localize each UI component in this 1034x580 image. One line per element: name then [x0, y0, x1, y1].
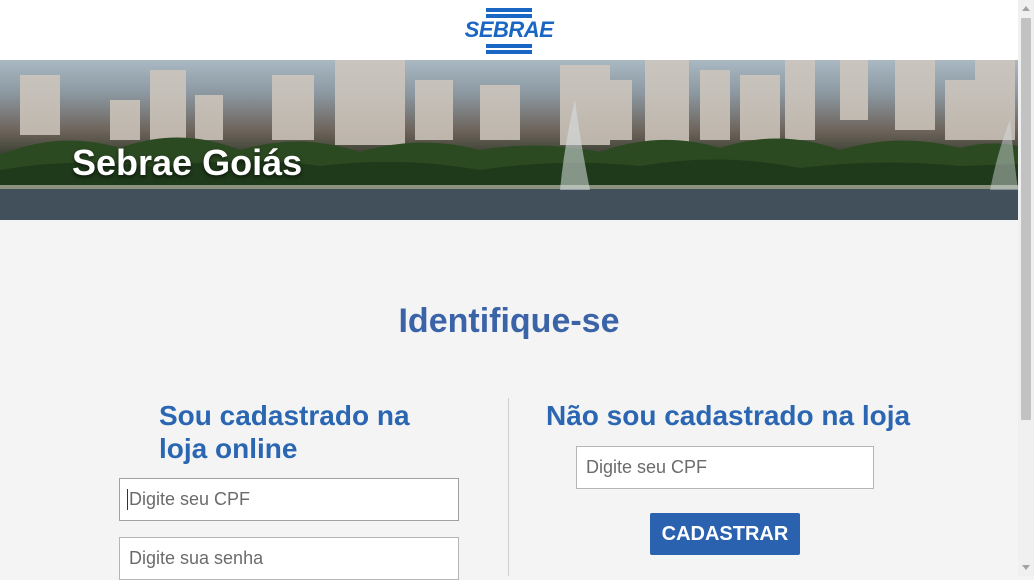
sebrae-logo[interactable]: SEBRAE	[459, 4, 559, 56]
logo-text: SEBRAE	[464, 17, 554, 42]
cadastrar-button[interactable]: CADASTRAR	[650, 513, 800, 555]
banner-title: Sebrae Goiás	[72, 142, 303, 183]
new-user-cpf-input[interactable]	[576, 446, 874, 489]
page-title: Identifique-se	[398, 302, 620, 340]
city-park-illustration	[0, 60, 1018, 220]
registered-cpf-input[interactable]	[119, 478, 459, 521]
scroll-up-arrow-icon[interactable]	[1022, 6, 1030, 11]
registered-password-input[interactable]	[119, 537, 459, 580]
text-cursor	[127, 489, 128, 510]
logo-stripe	[486, 50, 532, 54]
top-header: SEBRAE	[0, 0, 1018, 60]
scrollbar-thumb[interactable]	[1021, 18, 1031, 420]
column-divider	[508, 398, 509, 576]
registered-heading: Sou cadastrado na loja online	[159, 400, 410, 464]
hero-banner: Sebrae Goiás	[0, 60, 1018, 220]
page-scrollbar[interactable]	[1018, 0, 1034, 576]
logo-stripe	[486, 8, 532, 12]
scroll-down-arrow-icon[interactable]	[1022, 565, 1030, 570]
not-registered-heading: Não sou cadastrado na loja	[546, 400, 911, 431]
logo-stripe	[486, 44, 532, 48]
